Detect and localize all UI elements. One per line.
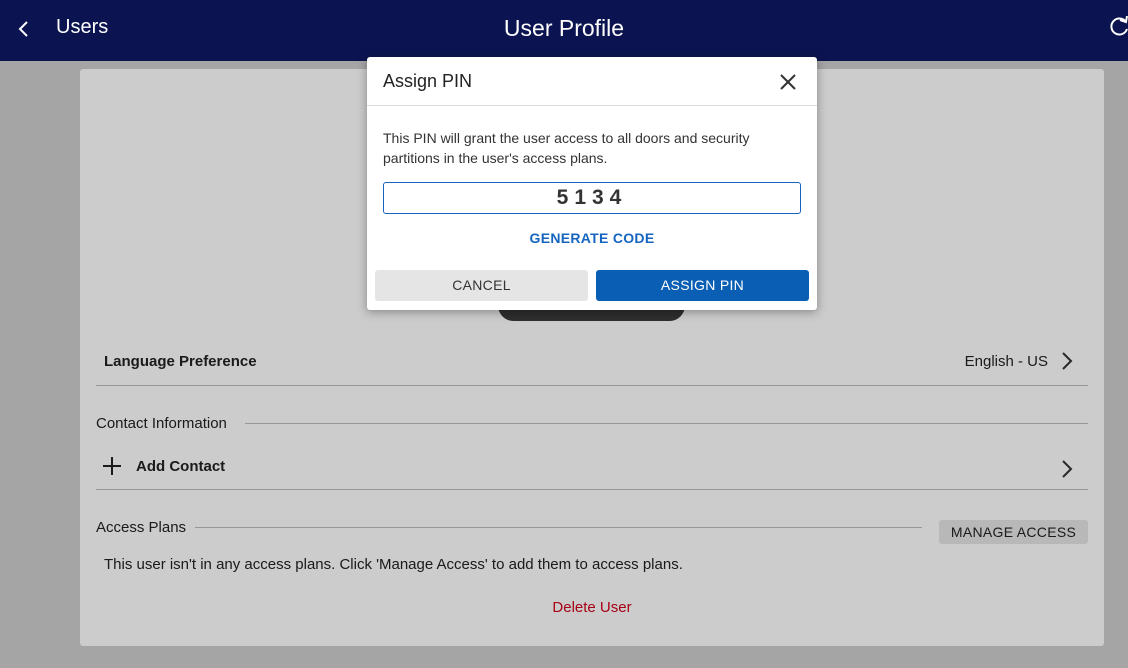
dialog-description: This PIN will grant the user access to a… (383, 130, 750, 166)
refresh-icon[interactable] (1106, 14, 1128, 40)
dialog-header: Assign PIN (367, 57, 817, 106)
assign-pin-button[interactable]: ASSIGN PIN (596, 270, 809, 301)
pin-input[interactable] (383, 182, 801, 214)
generate-code-button[interactable]: GENERATE CODE (367, 230, 817, 246)
dialog-title: Assign PIN (383, 71, 473, 91)
assign-pin-dialog: Assign PIN This PIN will grant the user … (367, 57, 817, 310)
app-header: Users User Profile (0, 0, 1128, 61)
close-icon[interactable] (779, 73, 797, 91)
page-title: User Profile (503, 15, 625, 41)
cancel-button[interactable]: CANCEL (375, 270, 588, 301)
